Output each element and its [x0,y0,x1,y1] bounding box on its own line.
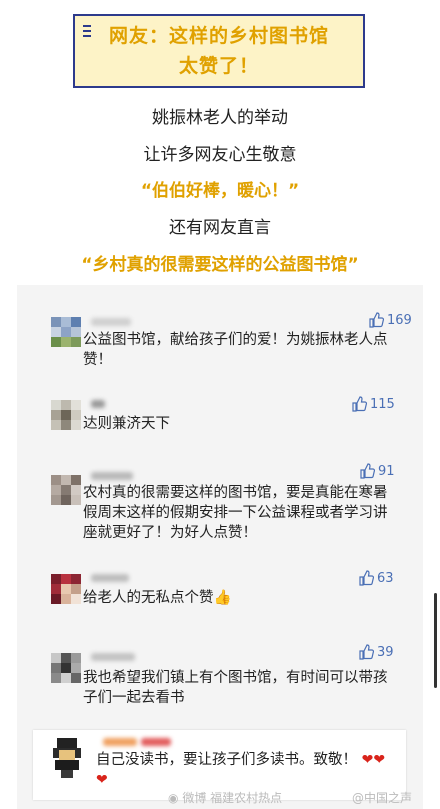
username-blurred [91,318,131,326]
avatar[interactable] [51,574,81,604]
thumbs-up-icon [352,396,367,412]
comment-text: 农村真的很需要这样的图书馆，要是真能在寒暑假周末这样的假期安排一下公益课程或者学… [83,485,388,541]
comment-text: 达则兼济天下 [83,416,170,432]
avatar[interactable] [51,317,81,347]
like-count: 63 [377,570,394,586]
avatar[interactable] [51,738,83,778]
banner-title-line2: 太赞了！ [178,55,259,77]
comment-text: 公益图书馆，献给孩子们的爱！为姚振林老人点赞！ [83,332,388,368]
thumbs-up-icon [369,312,384,328]
intro-quote-1: “伯伯好棒，暖心！” [140,181,300,201]
like-button[interactable]: 169 [368,312,412,328]
like-count: 169 [387,312,412,328]
username-blurred [91,400,105,408]
heart-icon: ❤❤ [361,752,386,768]
username-blurred [91,653,135,661]
weibo-watermark: ◉ 微博 福建农村热点 [168,789,282,806]
username-blurred [91,472,133,480]
intro-quote-2: “乡村真的很需要这样的公益图书馆” [81,255,359,275]
like-button[interactable]: 63 [358,570,394,586]
banner-title-line1: 网友：这样的乡村图书馆 [108,25,329,47]
banner-marks [83,22,93,38]
intro-line-2: 让许多网友心生敬意 [143,145,297,165]
username-blurred [91,574,129,582]
comment-text: 自己没读书，要让孩子们多读书。致敬！ ❤❤ ❤ [96,750,396,790]
thumbs-up-icon [360,463,375,479]
like-button[interactable]: 115 [351,396,395,412]
featured-comment-text: 自己没读书，要让孩子们多读书。致敬！ [96,752,357,768]
comment-text: 给老人的无私点个赞👍 [83,590,232,606]
like-button[interactable]: 91 [359,463,395,479]
avatar[interactable] [51,475,81,505]
like-count: 39 [377,644,394,660]
thumbs-up-icon [359,570,374,586]
intro-line-3: 还有网友直言 [169,218,271,238]
avatar[interactable] [51,653,81,683]
title-banner: 网友：这样的乡村图书馆 太赞了！ [73,14,365,88]
like-count: 91 [378,463,395,479]
username-blurred [103,738,137,746]
heart-icon: ❤ [96,772,108,788]
like-count: 115 [370,396,395,412]
scrollbar[interactable] [434,593,437,688]
source-watermark: @中国之声 [352,791,413,805]
username-blurred [141,738,171,746]
avatar[interactable] [51,400,81,430]
thumbs-up-icon [359,644,374,660]
intro-line-1: 姚振林老人的举动 [152,108,288,128]
like-button[interactable]: 39 [358,644,394,660]
comment-text: 我也希望我们镇上有个图书馆，有时间可以带孩子们一起去看书 [83,670,388,706]
weibo-icon: ◉ [168,791,179,805]
watermark-left-text: 微博 福建农村热点 [182,791,283,805]
